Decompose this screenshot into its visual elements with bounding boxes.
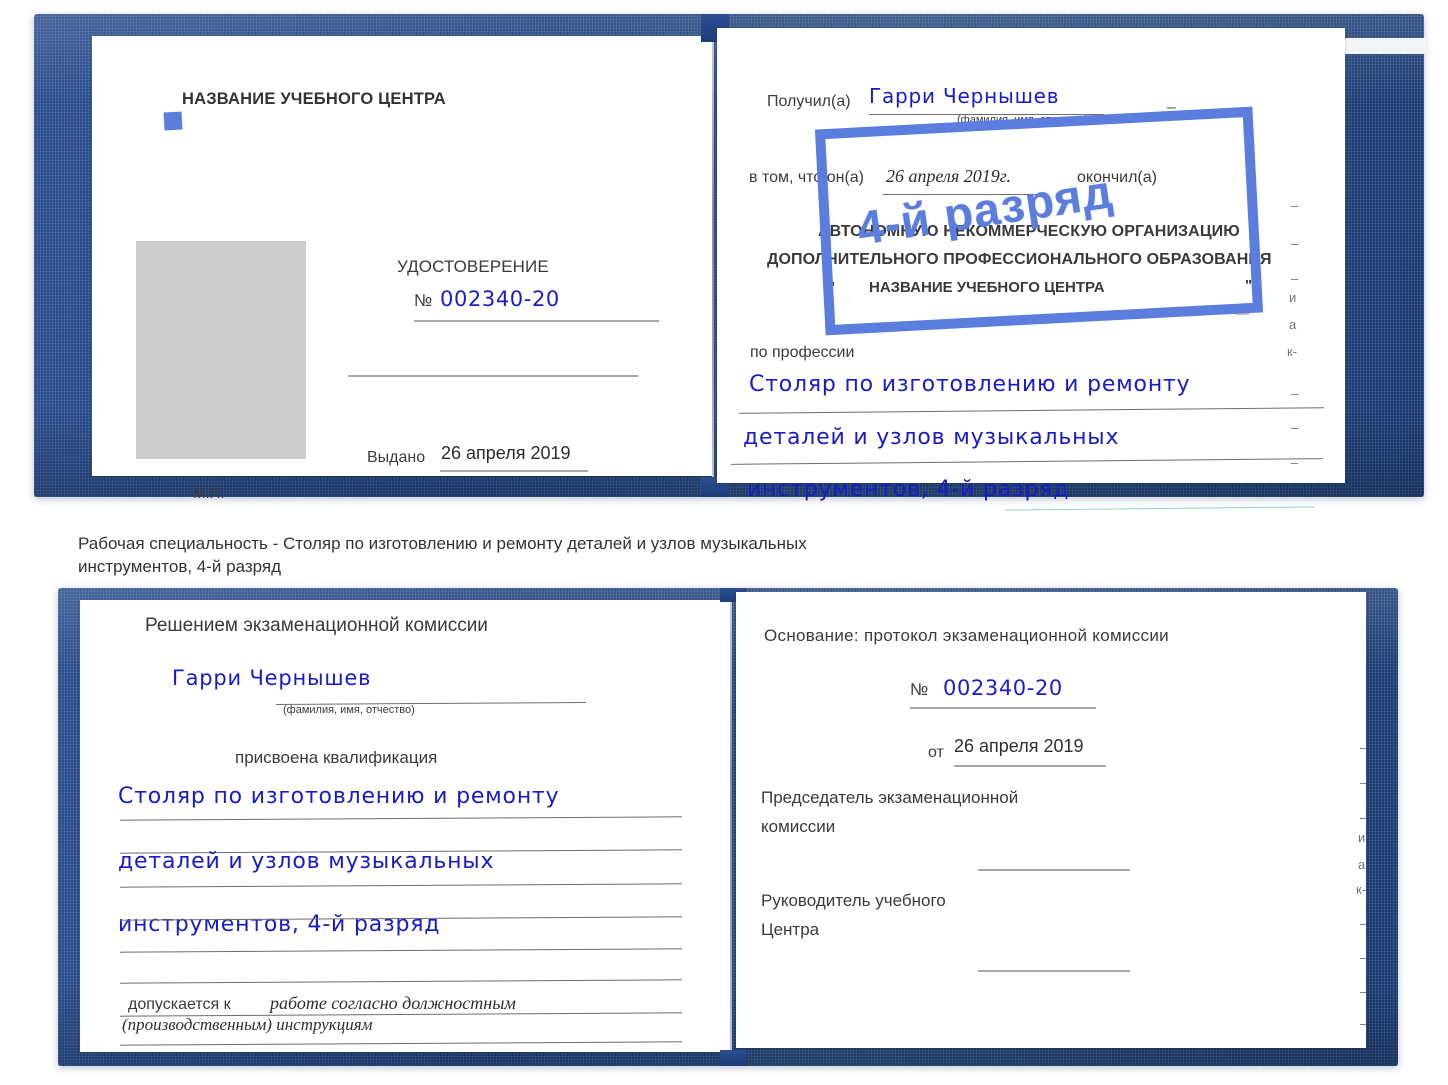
bleed-mark-b8: –	[1360, 950, 1368, 965]
chairman-signature-line	[978, 869, 1130, 871]
value-holder-name-top: Гарри Чернышев	[869, 84, 1060, 108]
top-certificate-booklet: НАЗВАНИЕ УЧЕБНОГО ЦЕНТРА УДОСТОВЕРЕНИЕ №…	[34, 14, 1426, 511]
value-holder-name-bottom: Гарри Чернышев	[172, 666, 372, 690]
value-certificate-number: 002340-20	[440, 287, 560, 311]
label-number-sign: №	[414, 291, 433, 310]
photo-placeholder	[136, 241, 306, 459]
page-title-training-center: НАЗВАНИЕ УЧЕБНОГО ЦЕНТРА	[182, 90, 446, 108]
caption-block: Рабочая специальность - Столяр по изгото…	[78, 533, 1078, 579]
label-profession: по профессии	[750, 344, 855, 361]
bleed-mark-b10: –	[1360, 1016, 1368, 1031]
label-basis: Основание: протокол экзаменационной коми…	[764, 626, 1169, 645]
protocol-number-underline	[910, 707, 1096, 709]
qual-rule-3	[120, 883, 682, 888]
bleed-mark-b9: –	[1360, 984, 1368, 999]
label-chairman-line-1: Председатель экзаменационной	[761, 788, 1019, 807]
paper-edge-top-right	[1334, 38, 1426, 54]
bleed-mark-b6: к-	[1356, 882, 1367, 897]
bleed-mark-4: и	[1289, 290, 1297, 305]
qual-rule-6	[120, 979, 682, 984]
label-head-line-1: Руководитель учебного	[761, 891, 946, 910]
bottom-right-page: Основание: протокол экзаменационной коми…	[736, 592, 1368, 1048]
spine-tab-bottom-bottom	[720, 1050, 746, 1066]
profession-line-2: деталей и узлов музыкальных	[743, 425, 1120, 450]
label-admitted-to: допускается к	[128, 996, 231, 1013]
label-udostoverenie: УДОСТОВЕРЕНИЕ	[397, 257, 549, 276]
value-admitted-line-1: работе согласно должностным	[270, 993, 516, 1013]
value-issue-date: 26 апреля 2019	[441, 443, 571, 463]
label-head-line-2: Центра	[761, 920, 820, 939]
label-received: Получил(а)	[767, 93, 851, 110]
booklet-spine-bottom	[730, 598, 732, 1058]
bottom-left-page: Решением экзаменационной комиссии Гарри …	[80, 600, 730, 1052]
bleed-mark-b3: –	[1360, 810, 1368, 825]
qual-rule-1	[120, 816, 682, 821]
bleed-mark-b4: и	[1358, 830, 1366, 845]
bleed-mark-9: –	[1291, 455, 1299, 470]
bleed-mark-b7: –	[1360, 916, 1368, 931]
bleed-mark-3: –	[1291, 271, 1299, 286]
title-commission-decision: Решением экзаменационной комиссии	[145, 615, 488, 636]
profession-rule-1	[739, 407, 1324, 414]
hint-fio-bottom: (фамилия, имя, отчество)	[283, 704, 415, 716]
number-underline	[414, 320, 659, 322]
bottom-certificate-booklet: Решением экзаменационной комиссии Гарри …	[58, 588, 1398, 1066]
issued-underline	[440, 470, 588, 472]
bleed-mark-b2: –	[1360, 775, 1368, 790]
caption-line-1: Рабочая специальность - Столяр по изгото…	[78, 534, 807, 553]
label-mp: М.П.	[193, 485, 225, 502]
value-protocol-number: 002340-20	[943, 676, 1063, 700]
label-qualification-assigned: присвоена квалификация	[235, 748, 438, 767]
bleed-mark-1: –	[1291, 198, 1299, 213]
bleed-mark-7: –	[1291, 386, 1299, 401]
bleed-mark-b5: а	[1358, 857, 1366, 872]
profession-rule-3	[1005, 506, 1315, 511]
qualification-line-3: инструментов, 4-й разряд	[118, 912, 441, 937]
profession-line-3: инструментов, 4-й разряд	[747, 477, 1070, 502]
blank-rule-1	[348, 375, 638, 377]
bleed-mark-5: а	[1289, 317, 1297, 332]
qualification-line-1: Столяр по изготовлению и ремонту	[118, 784, 560, 809]
top-left-page: НАЗВАНИЕ УЧЕБНОГО ЦЕНТРА УДОСТОВЕРЕНИЕ №…	[92, 36, 712, 501]
value-protocol-date: 26 апреля 2019	[954, 736, 1084, 756]
label-issued: Выдано	[367, 449, 426, 466]
bleed-mark-2: –	[1291, 236, 1299, 251]
caption-line-2: инструментов, 4-й разряд	[78, 556, 282, 576]
head-signature-line	[978, 970, 1130, 972]
qual-rule-5	[120, 948, 682, 953]
admitted-rule-2	[120, 1041, 682, 1046]
screenshot-canvas: НАЗВАНИЕ УЧЕБНОГО ЦЕНТРА УДОСТОВЕРЕНИЕ №…	[0, 0, 1448, 1085]
booklet-spine-top	[712, 36, 714, 494]
bleed-mark-b1: –	[1360, 740, 1368, 755]
label-chairman-line-2: комиссии	[761, 817, 836, 836]
label-from: от	[928, 744, 944, 761]
profession-line-1: Столяр по изготовлению и ремонту	[749, 372, 1191, 397]
protocol-date-underline	[954, 765, 1106, 767]
bleed-mark-6: к-	[1287, 344, 1298, 359]
value-admitted-line-2: (производственным) инструкциям	[122, 1015, 373, 1034]
label-protocol-number-sign: №	[910, 680, 929, 699]
bleed-mark-8: –	[1291, 420, 1299, 435]
profession-rule-2	[731, 458, 1323, 465]
qualification-line-2: деталей и узлов музыкальных	[118, 849, 495, 874]
